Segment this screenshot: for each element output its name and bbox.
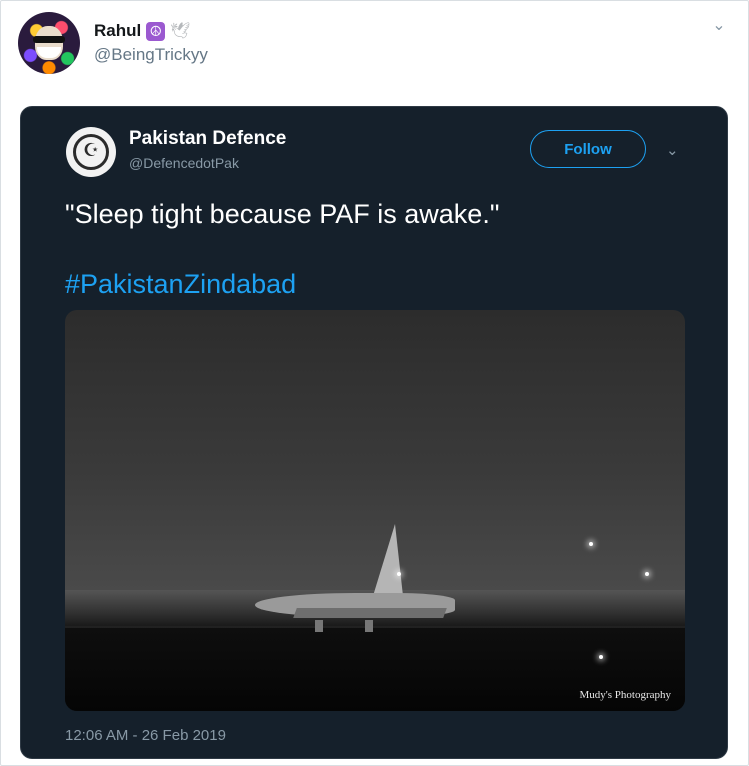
retweeter-name[interactable]: Rahul — [94, 21, 141, 41]
tweet-media-photo[interactable]: Mudy's Photography — [65, 310, 685, 711]
avatar-glasses — [33, 36, 65, 43]
user-avatar[interactable] — [18, 12, 80, 74]
hashtag-link[interactable]: #PakistanZindabad — [65, 265, 296, 303]
light-point — [645, 572, 649, 576]
chevron-down-icon[interactable]: ⌄ — [709, 16, 729, 36]
jet-landing-gear — [365, 620, 373, 632]
peace-icon: ☮ — [146, 21, 166, 41]
light-point — [589, 542, 593, 546]
jet-wing — [293, 608, 447, 618]
embedded-chevron-down-icon[interactable]: ⌄ — [666, 141, 679, 159]
embedded-author-name[interactable]: Pakistan Defence — [129, 128, 286, 150]
jet-landing-gear — [315, 620, 323, 632]
retweeter-handle[interactable]: @BeingTrickyy — [94, 45, 208, 65]
retweeter-name-row[interactable]: Rahul ☮ 🕊 — [94, 21, 191, 41]
jet-tail — [373, 524, 403, 596]
light-point — [599, 655, 603, 659]
tweet-text: "Sleep tight because PAF is awake." — [65, 199, 500, 229]
follow-button[interactable]: Follow — [530, 130, 646, 168]
embedded-tweet[interactable]: Pakistan Defence @DefencedotPak Follow ⌄… — [20, 106, 728, 759]
pakistan-defence-logo-icon[interactable] — [66, 127, 116, 177]
light-point — [397, 572, 401, 576]
tweet-timestamp[interactable]: 12:06 AM - 26 Feb 2019 — [65, 727, 226, 744]
photo-watermark: Mudy's Photography — [579, 689, 671, 701]
embedded-author-handle[interactable]: @DefencedotPak — [129, 155, 239, 171]
dove-icon: 🕊 — [170, 23, 191, 40]
crescent-star-icon — [73, 134, 109, 170]
